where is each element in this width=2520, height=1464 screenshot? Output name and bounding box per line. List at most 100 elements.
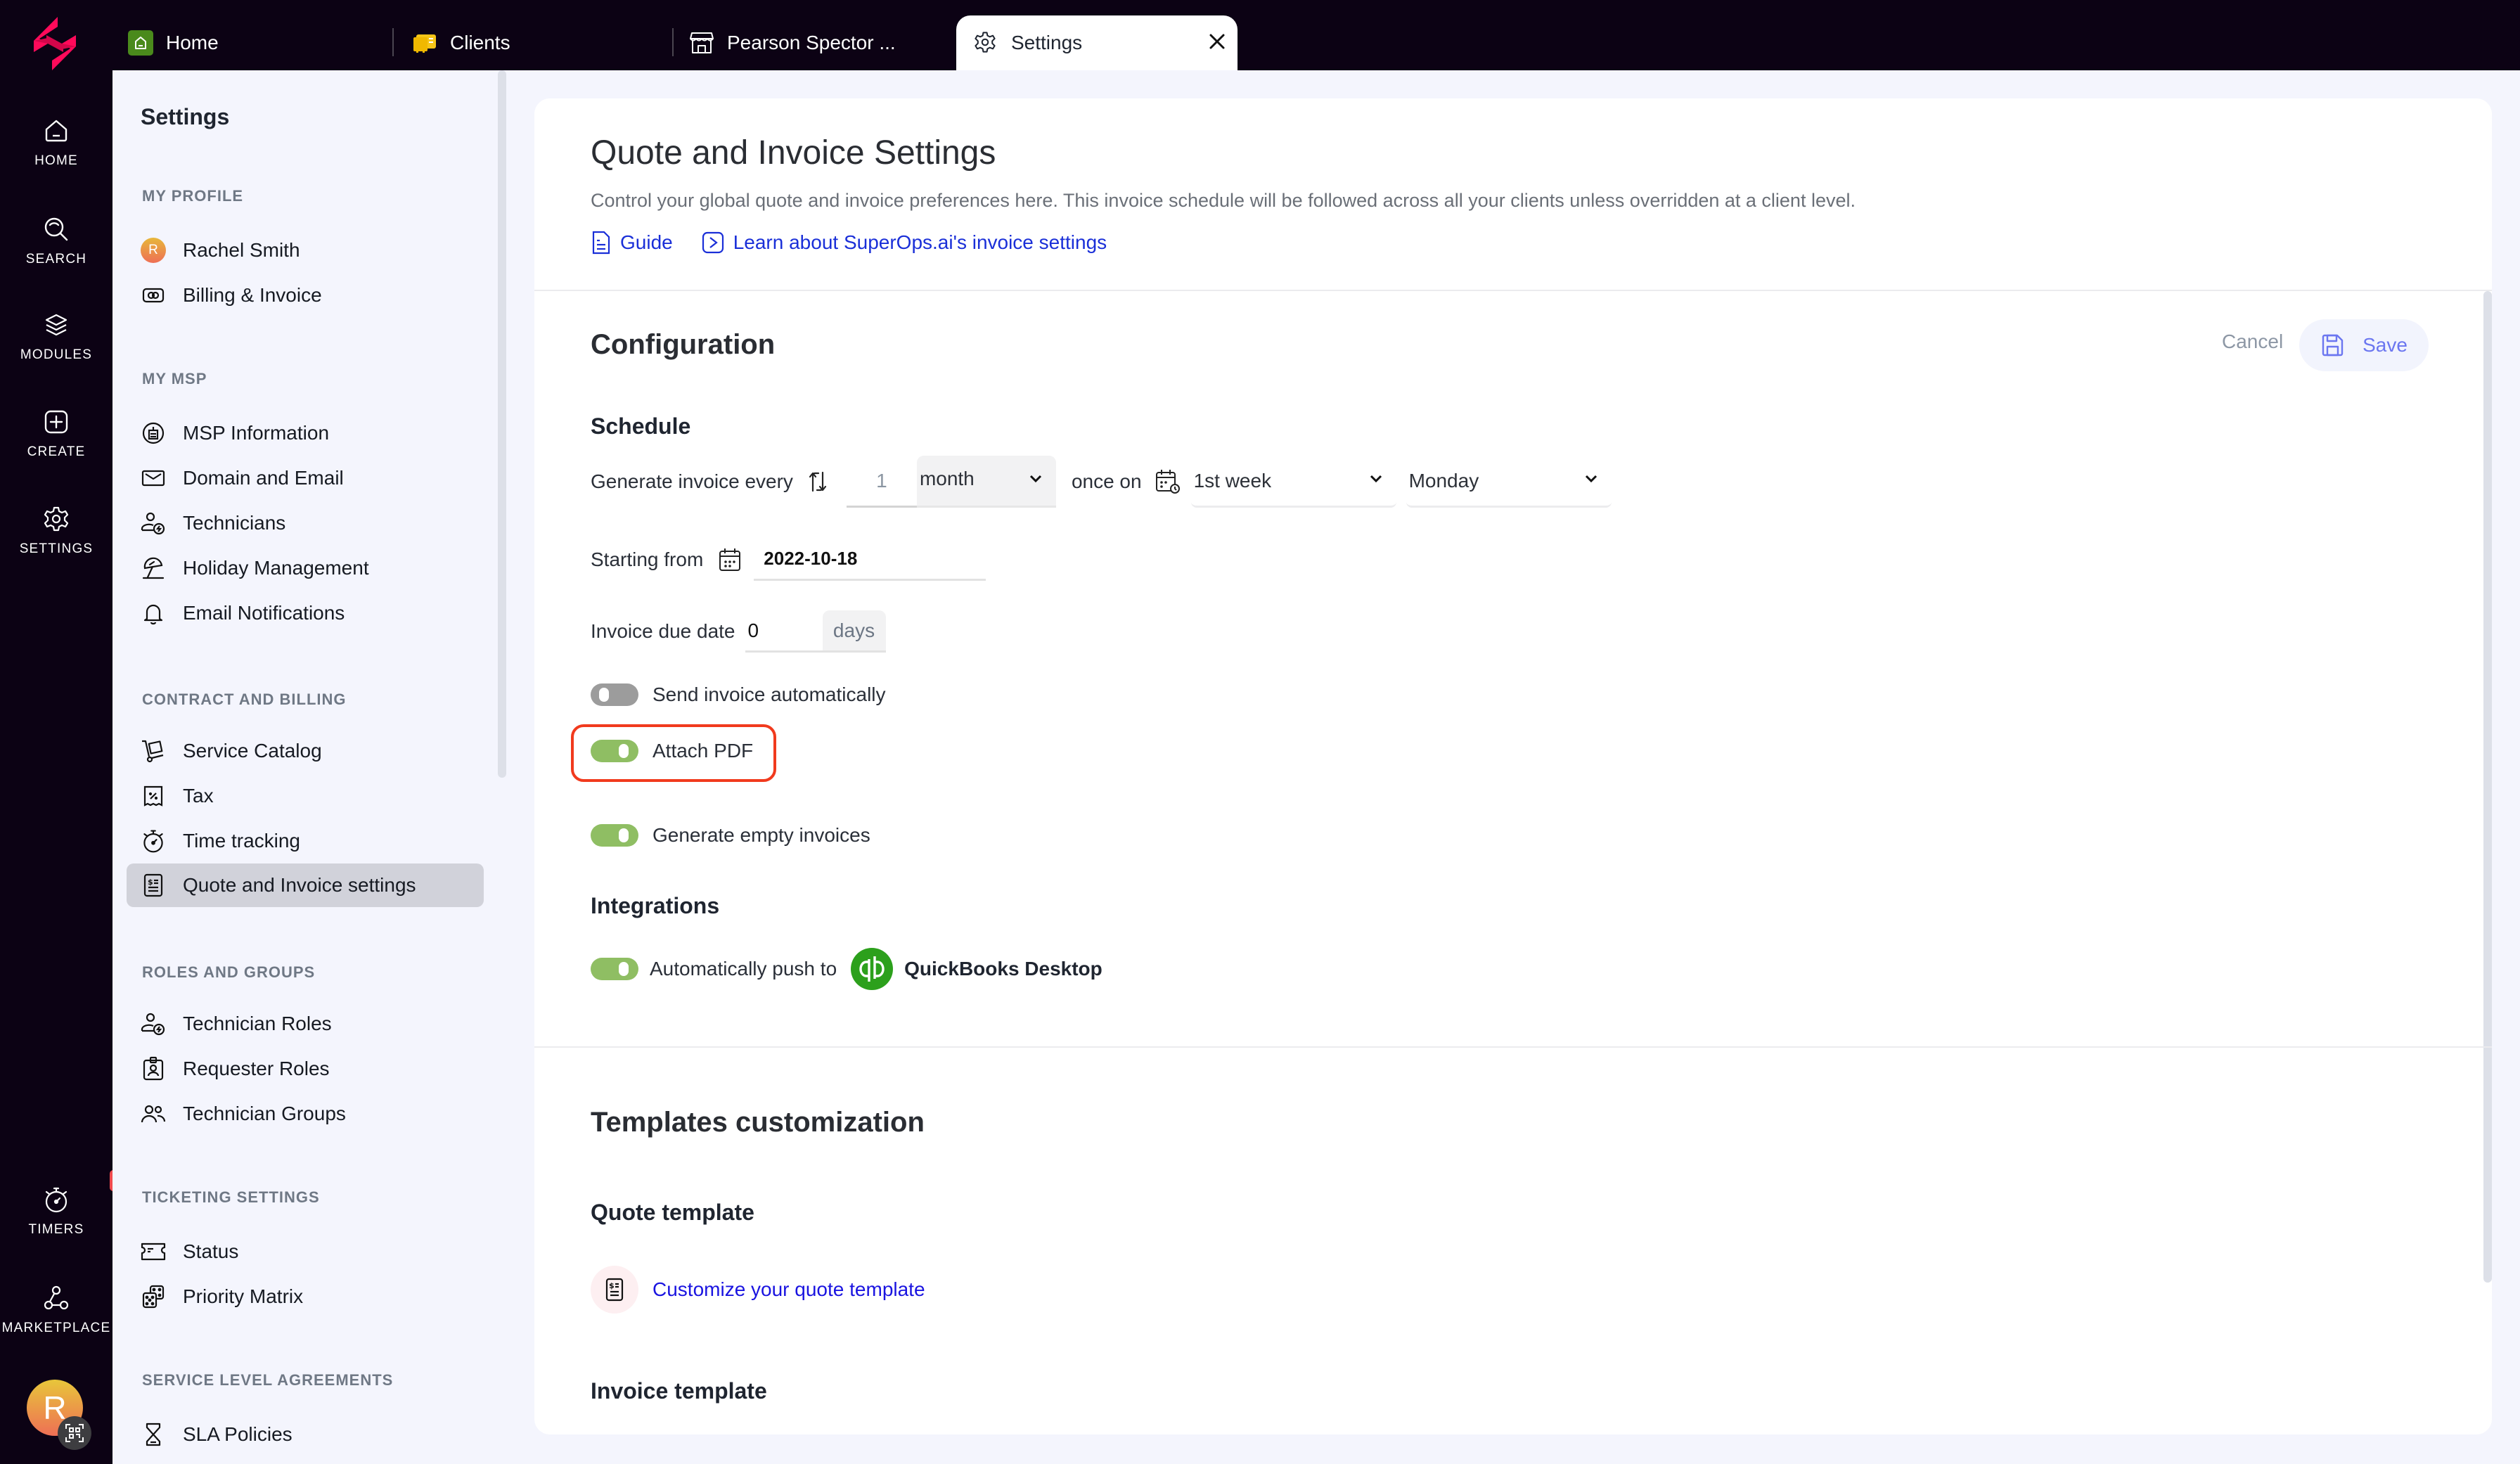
sidebar-item-requester-roles[interactable]: Requester Roles (127, 1048, 484, 1090)
sidebar-item-label: Technicians (183, 512, 286, 534)
section-heading: MY PROFILE (142, 187, 244, 205)
interval-unit-select[interactable]: month (916, 456, 1056, 508)
sidebar-item-quote-invoice-settings[interactable]: $ Quote and Invoice settings (127, 863, 484, 907)
hourglass-icon (141, 1422, 166, 1447)
marketplace-icon (42, 1284, 70, 1312)
tab-settings[interactable]: Settings (956, 15, 1238, 70)
invoice-icon-wrap: $ (591, 1266, 638, 1314)
building-icon (141, 420, 166, 446)
sidebar-item-technician-groups[interactable]: Technician Groups (127, 1093, 484, 1135)
day-select[interactable]: Monday (1406, 456, 1612, 508)
sidebar-item-label: Time tracking (183, 830, 301, 852)
qr-code-button[interactable] (58, 1416, 91, 1450)
stopwatch-icon (141, 828, 166, 854)
start-date-input[interactable] (754, 539, 986, 581)
billing-icon (141, 283, 166, 308)
tab-label: Home (166, 32, 219, 53)
rail-item-modules[interactable]: MODULES (0, 311, 112, 363)
settings-sidebar: Settings MY PROFILE R Rachel Smith Billi… (112, 70, 506, 1464)
sidebar-item-label: Technician Roles (183, 1013, 332, 1034)
attach-pdf-toggle-row: Attach PDF (591, 740, 753, 762)
sidebar-item-email-notifications[interactable]: Email Notifications (127, 592, 484, 634)
tab-pearson-spector[interactable]: Pearson Spector ... (689, 15, 896, 70)
guide-link-label: Guide (620, 231, 673, 253)
rail-label: SEARCH (25, 252, 87, 267)
tab-clients[interactable]: Clients (412, 15, 510, 70)
tab-label: Clients (450, 32, 510, 53)
toggle-label: Generate empty invoices (652, 824, 870, 846)
interval-unit-value: month (919, 467, 975, 489)
rail-item-settings[interactable]: SETTINGS (0, 505, 112, 557)
close-icon (1209, 34, 1225, 49)
quickbooks-push-toggle[interactable] (591, 958, 638, 980)
tab-home[interactable]: Home (128, 15, 219, 70)
dice-icon (141, 1284, 166, 1309)
attach-pdf-toggle[interactable] (591, 740, 638, 762)
sidebar-item-label: Billing & Invoice (183, 284, 322, 306)
clients-icon (412, 30, 437, 56)
invoice-icon: $ (605, 1278, 624, 1302)
sidebar-item-technicians[interactable]: Technicians (127, 502, 484, 544)
interval-input[interactable] (846, 456, 917, 508)
rail-label: MODULES (20, 347, 93, 362)
tab-separator (392, 28, 394, 56)
rail-item-home[interactable]: HOME (0, 117, 112, 169)
tax-receipt-icon (141, 783, 166, 809)
superops-logo[interactable] (31, 17, 79, 70)
sidebar-item-service-catalog[interactable]: Service Catalog (127, 730, 484, 772)
sidebar-item-label: Service Catalog (183, 740, 322, 762)
id-badge-icon (141, 1056, 166, 1081)
video-play-icon (702, 231, 724, 254)
sidebar-item-time-tracking[interactable]: Time tracking (127, 820, 484, 862)
week-select[interactable]: 1st week (1190, 456, 1396, 508)
rail-item-search[interactable]: SEARCH (0, 215, 112, 267)
close-tab-button[interactable] (1207, 31, 1228, 52)
sidebar-item-domain-email[interactable]: Domain and Email (127, 457, 484, 499)
due-days-input[interactable] (745, 610, 823, 653)
generate-empty-invoices-toggle[interactable] (591, 824, 638, 847)
sidebar-item-holiday[interactable]: Holiday Management (127, 547, 484, 589)
sidebar-item-status[interactable]: Status (127, 1231, 484, 1273)
sidebar-item-profile[interactable]: R Rachel Smith (127, 229, 484, 271)
save-button[interactable]: Save (2299, 319, 2429, 371)
week-value: 1st week (1193, 469, 1272, 492)
panel-scrollbar[interactable] (2483, 291, 2492, 1283)
integrations-heading: Integrations (591, 893, 720, 918)
save-icon (2322, 334, 2344, 357)
rail-item-timers[interactable]: 1 TIMERS (0, 1170, 131, 1238)
section-heading: CONTRACT AND BILLING (142, 691, 347, 708)
sidebar-item-label: MSP Information (183, 422, 330, 444)
rail-label: TIMERS (28, 1222, 84, 1237)
users-icon (141, 1101, 166, 1126)
sidebar-item-label: Rachel Smith (183, 239, 300, 261)
sidebar-item-priority-matrix[interactable]: Priority Matrix (127, 1276, 484, 1318)
learn-invoice-settings-link[interactable]: Learn about SuperOps.ai's invoice settin… (701, 231, 1107, 255)
guide-link[interactable]: Guide (591, 231, 673, 255)
sidebar-item-tax[interactable]: Tax (127, 775, 484, 817)
sidebar-item-label: Email Notifications (183, 602, 345, 624)
storefront-icon (689, 30, 714, 56)
sidebar-item-label: Quote and Invoice settings (183, 874, 416, 896)
rail-item-create[interactable]: CREATE (0, 408, 112, 460)
customize-quote-template-link[interactable]: $ Customize your quote template (591, 1266, 925, 1314)
calendar-icon (719, 548, 741, 571)
qr-code-icon (65, 1424, 84, 1442)
gear-icon (973, 30, 998, 56)
send-invoice-toggle[interactable] (591, 683, 638, 706)
configuration-heading: Configuration (591, 329, 776, 360)
start-date-row: Starting from (591, 539, 986, 581)
sidebar-item-technician-roles[interactable]: Technician Roles (127, 1003, 484, 1045)
cancel-button[interactable]: Cancel (2222, 330, 2283, 353)
sidebar-item-billing[interactable]: Billing & Invoice (127, 274, 484, 316)
sidebar-item-label: Domain and Email (183, 467, 344, 489)
rail-label: HOME (34, 153, 78, 168)
home-tab-icon (128, 30, 153, 56)
rail-item-marketplace[interactable]: MARKETPLACE (0, 1284, 112, 1336)
sidebar-item-msp-information[interactable]: MSP Information (127, 412, 484, 454)
gear-icon (42, 505, 70, 533)
sidebar-scrollbar[interactable] (498, 70, 506, 778)
page-description: Control your global quote and invoice pr… (591, 190, 1856, 211)
sidebar-item-sla-policies[interactable]: SLA Policies (127, 1413, 484, 1456)
schedule-row: Generate invoice every month once on 1st… (591, 456, 1612, 508)
toggle-label: Automatically push to (650, 958, 837, 980)
